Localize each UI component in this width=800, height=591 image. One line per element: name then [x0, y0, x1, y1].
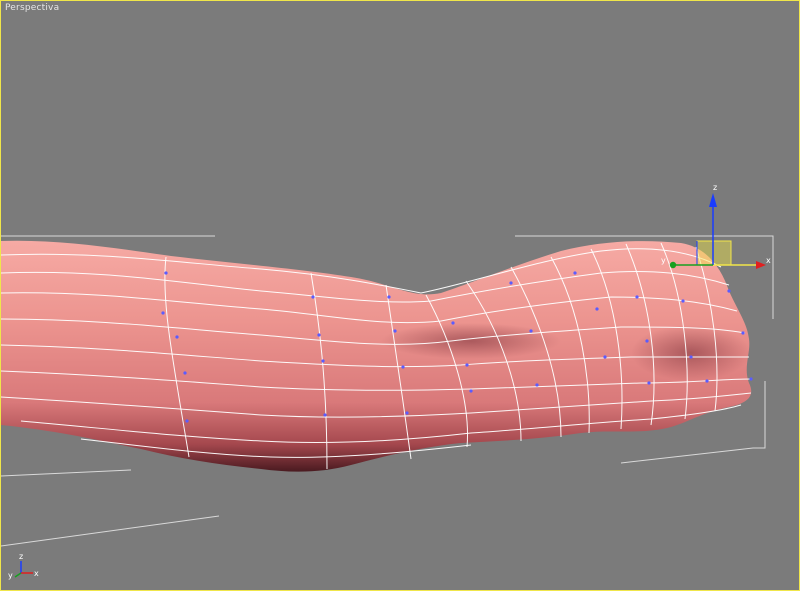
hand-shading — [631, 325, 751, 381]
wrist-shading — [381, 323, 561, 359]
gizmo-z-arrow[interactable] — [709, 193, 717, 207]
world-x-label: x — [34, 569, 39, 578]
gizmo-x-arrow[interactable] — [756, 261, 766, 269]
viewport-scene[interactable]: x z y z x y — [1, 1, 800, 591]
world-axis-icon: z x y — [8, 552, 39, 580]
arm-mesh[interactable] — [1, 240, 753, 472]
gizmo-x-label: x — [766, 256, 771, 265]
world-z-label: z — [19, 552, 23, 561]
gizmo-plane-handle[interactable] — [696, 240, 732, 266]
perspective-viewport[interactable]: Perspectiva x z y z x y — [0, 0, 800, 591]
world-y-label: y — [8, 571, 13, 580]
gizmo-y-label: y — [661, 256, 666, 265]
gizmo-y-handle[interactable] — [669, 261, 677, 269]
gizmo-z-label: z — [713, 183, 717, 192]
